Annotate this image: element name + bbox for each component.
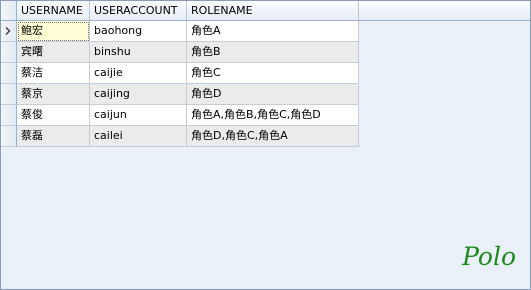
column-header-useraccount[interactable]: USERACCOUNT [90, 1, 187, 20]
cell-rolename[interactable]: 角色D,角色C,角色A [187, 126, 359, 147]
row-header[interactable] [1, 63, 17, 84]
row-header[interactable] [1, 21, 17, 42]
cell-username[interactable]: 蔡京 [17, 84, 90, 105]
table-row[interactable]: 蔡磊 cailei 角色D,角色C,角色A [1, 126, 359, 147]
header-row-selector[interactable] [1, 1, 17, 20]
cell-useraccount[interactable]: binshu [90, 42, 187, 63]
cell-useraccount[interactable]: caijie [90, 63, 187, 84]
watermark-text: Polo [462, 242, 516, 271]
grid-header: USERNAME USERACCOUNT ROLENAME [1, 1, 530, 21]
right-chevron-icon [5, 27, 11, 35]
table-row[interactable]: 宾曙 binshu 角色B [1, 42, 359, 63]
cell-useraccount[interactable]: caijing [90, 84, 187, 105]
column-header-username[interactable]: USERNAME [17, 1, 90, 20]
cell-useraccount[interactable]: cailei [90, 126, 187, 147]
cell-rolename[interactable]: 角色A [187, 21, 359, 42]
row-header[interactable] [1, 126, 17, 147]
row-header[interactable] [1, 105, 17, 126]
cell-rolename[interactable]: 角色A,角色B,角色C,角色D [187, 105, 359, 126]
cell-rolename[interactable]: 角色C [187, 63, 359, 84]
cell-useraccount[interactable]: caijun [90, 105, 187, 126]
cell-username[interactable]: 宾曙 [17, 42, 90, 63]
cell-username[interactable]: 蔡磊 [17, 126, 90, 147]
cell-username[interactable]: 蔡洁 [17, 63, 90, 84]
data-grid[interactable]: USERNAME USERACCOUNT ROLENAME 鲍宏 baohong… [0, 0, 531, 290]
cell-username[interactable]: 蔡俊 [17, 105, 90, 126]
column-header-rolename[interactable]: ROLENAME [187, 1, 359, 20]
table-row[interactable]: 蔡京 caijing 角色D [1, 84, 359, 105]
table-row[interactable]: 蔡俊 caijun 角色A,角色B,角色C,角色D [1, 105, 359, 126]
table-row[interactable]: 蔡洁 caijie 角色C [1, 63, 359, 84]
row-header[interactable] [1, 84, 17, 105]
row-header[interactable] [1, 42, 17, 63]
table-row[interactable]: 鲍宏 baohong 角色A [1, 21, 359, 42]
cell-username[interactable]: 鲍宏 [17, 21, 90, 42]
cell-rolename[interactable]: 角色D [187, 84, 359, 105]
cell-useraccount[interactable]: baohong [90, 21, 187, 42]
cell-rolename[interactable]: 角色B [187, 42, 359, 63]
